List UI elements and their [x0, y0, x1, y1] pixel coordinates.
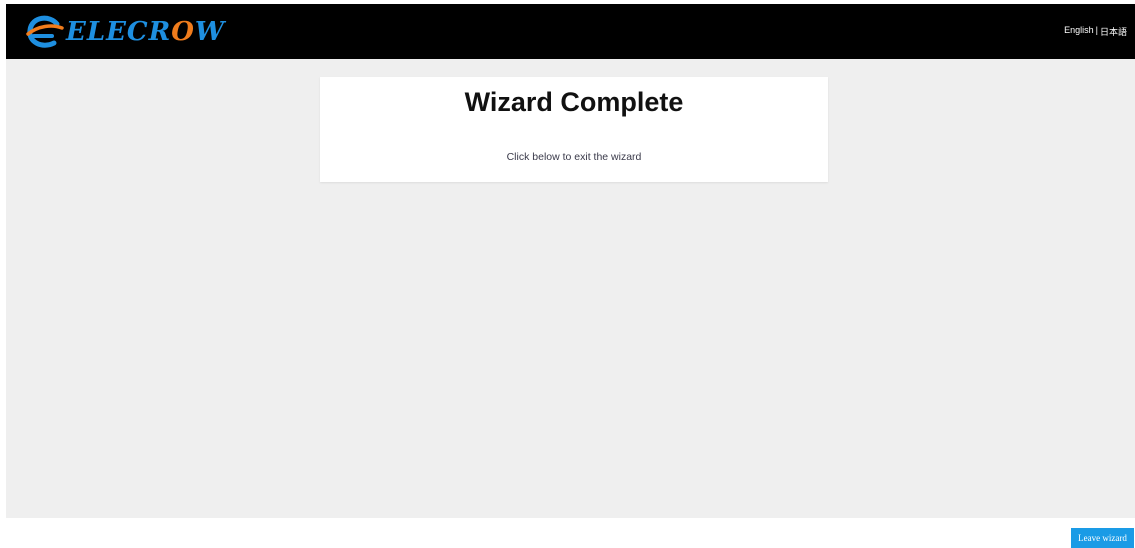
card-title: Wizard Complete: [464, 87, 684, 117]
wizard-complete-card: Wizard Complete Click below to exit the …: [320, 77, 828, 182]
brand-wordmark-end: W: [194, 17, 226, 47]
lang-english-link[interactable]: English: [1064, 25, 1094, 38]
card-message: Click below to exit the wizard: [506, 151, 642, 163]
top-bar: ELECROW English | 日本語: [6, 4, 1135, 59]
brand-wordmark-start: LECR: [86, 17, 172, 47]
brand-wordmark-accent: O: [171, 17, 195, 47]
elecrow-swirl-icon: [26, 15, 64, 48]
elecrow-logo[interactable]: ELECROW: [24, 12, 225, 52]
leave-wizard-button[interactable]: Leave wizard: [1071, 528, 1134, 548]
lang-japanese-link[interactable]: 日本語: [1100, 25, 1127, 38]
language-switcher: English | 日本語: [1064, 25, 1127, 38]
brand-wordmark-first: E: [66, 17, 87, 47]
lang-separator: |: [1095, 25, 1098, 35]
brand-wordmark: ELECROW: [66, 17, 225, 47]
wizard-frame: ELECROW English | 日本語 Wizard Complete Cl…: [6, 4, 1135, 518]
